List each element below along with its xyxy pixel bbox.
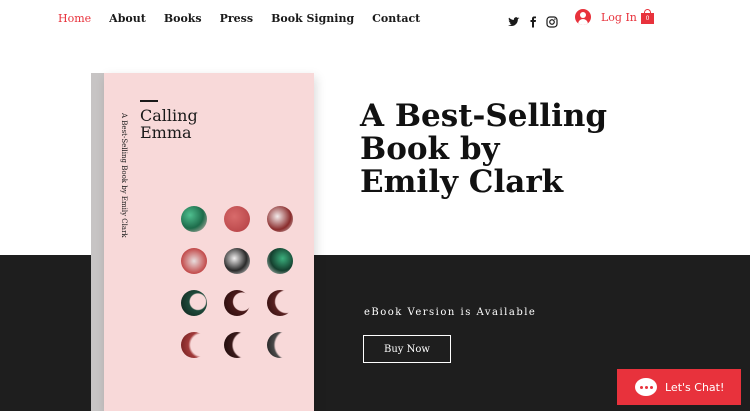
cover-dot <box>181 248 207 274</box>
cover-dot <box>267 248 293 274</box>
nav-press[interactable]: Press <box>220 12 253 26</box>
chat-button[interactable]: Let's Chat! <box>617 369 741 405</box>
social-bar <box>508 13 558 28</box>
book-spine <box>91 73 105 411</box>
cover-dash <box>140 100 158 102</box>
cover-subtitle: A Best-Selling Book by Emily Clark <box>120 113 128 238</box>
login-button[interactable]: Log In <box>575 9 637 25</box>
cover-dot <box>224 332 250 358</box>
cart-button[interactable]: 0 <box>641 9 655 25</box>
hero-title-line3: Emily Clark <box>360 164 564 200</box>
availability-text: eBook Version is Available <box>364 307 537 318</box>
cover-title-line1: Calling <box>140 106 198 125</box>
cover-dot <box>267 206 293 232</box>
nav-about[interactable]: About <box>109 12 146 26</box>
instagram-icon[interactable] <box>546 13 558 28</box>
cover-title: Calling Emma <box>140 107 260 141</box>
cart-count: 0 <box>645 15 650 22</box>
cover-art <box>181 206 293 358</box>
login-label: Log In <box>601 10 637 24</box>
chat-bubble-icon <box>635 378 657 396</box>
nav-book-signing[interactable]: Book Signing <box>271 12 354 26</box>
cover-dot <box>181 332 207 358</box>
cover-dot <box>224 248 250 274</box>
hero-title: A Best-Selling Book by Emily Clark <box>360 100 620 199</box>
cover-dot <box>224 290 250 316</box>
chat-label: Let's Chat! <box>665 380 725 394</box>
hero-title-line2: Book by <box>360 131 500 167</box>
avatar-icon <box>575 9 591 25</box>
nav-contact[interactable]: Contact <box>372 12 420 26</box>
twitter-icon[interactable] <box>508 13 520 27</box>
cover-dot <box>181 290 207 316</box>
nav-home[interactable]: Home <box>58 12 91 26</box>
hero-title-line1: A Best-Selling <box>360 98 608 134</box>
nav-books[interactable]: Books <box>164 12 202 26</box>
main-nav: Home About Books Press Book Signing Cont… <box>58 12 438 26</box>
book-cover-image: Calling Emma A Best-Selling Book by Emil… <box>104 73 314 411</box>
facebook-icon[interactable] <box>527 13 539 28</box>
buy-now-button[interactable]: Buy Now <box>363 335 451 363</box>
cover-dot <box>267 290 293 316</box>
cover-dot <box>224 206 250 232</box>
cover-dot <box>181 206 207 232</box>
cover-title-line2: Emma <box>140 123 192 142</box>
cover-dot <box>267 332 293 358</box>
